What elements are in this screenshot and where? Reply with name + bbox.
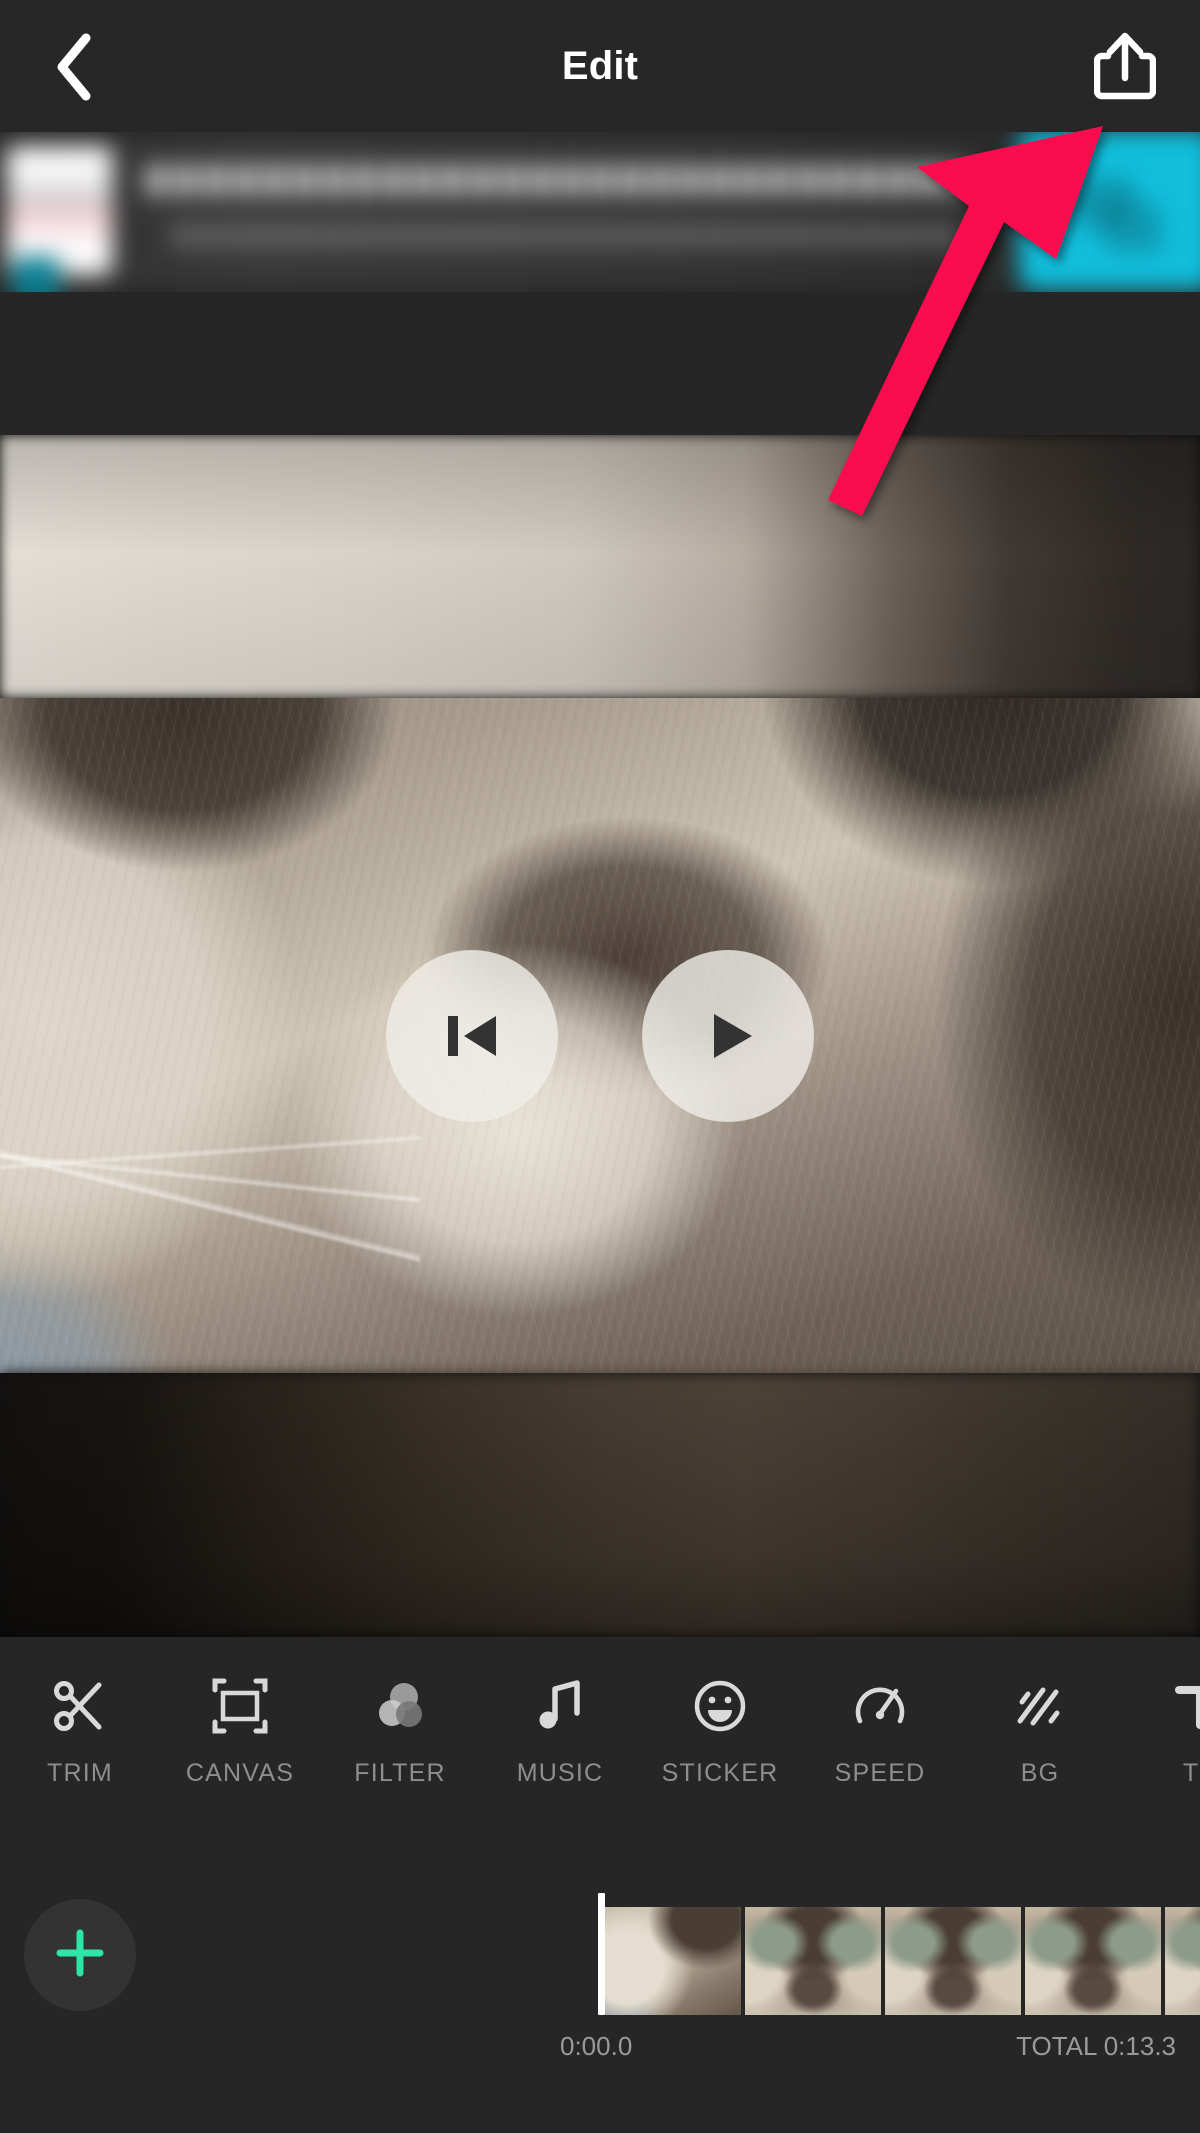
promo-cta-block[interactable] [1018, 132, 1200, 291]
tool-label: BG [1020, 1759, 1060, 1787]
tool-filter[interactable]: FILTER [320, 1675, 480, 1788]
frame-thumbnail [745, 1907, 881, 2015]
timeline-filmstrip[interactable] [598, 1893, 1200, 2015]
letterbox-bottom-vignette [0, 1373, 1200, 1637]
video-editor-app: Edit TRIM CANVAS FILTER MUSIC STICKER SP… [0, 0, 1200, 2133]
filmstrip-frame[interactable] [1165, 1907, 1200, 2015]
promo-subtitle-text [173, 224, 959, 246]
smiley-icon [691, 1675, 749, 1737]
crop-frame-icon [211, 1675, 269, 1737]
frame-thumbnail [605, 1907, 741, 2015]
filmstrip-frame[interactable] [745, 1907, 881, 2015]
skip-back-icon [434, 998, 510, 1074]
tool-sticker[interactable]: STICKER [640, 1675, 800, 1788]
tool-text[interactable]: TE [1120, 1675, 1200, 1788]
frame-thumbnail [1025, 1907, 1161, 2015]
tool-label: TRIM [47, 1759, 113, 1787]
plus-icon [52, 1925, 108, 1986]
tool-speed[interactable]: SPEED [800, 1675, 960, 1788]
letterbox-top-vignette [0, 435, 1200, 698]
filmstrip-frames[interactable] [605, 1907, 1200, 2015]
promo-banner[interactable] [0, 132, 1200, 292]
scissors-icon [51, 1675, 109, 1737]
frame-thumbnail [1165, 1907, 1200, 2015]
filmstrip-frame[interactable] [605, 1907, 741, 2015]
promo-thumbnail-badge [12, 256, 60, 292]
music-note-icon [531, 1675, 589, 1737]
video-preview-stage[interactable] [0, 435, 1200, 1637]
speedometer-icon [851, 1675, 909, 1737]
skip-to-start-button[interactable] [386, 949, 558, 1122]
current-time-label: 0:00.0 [560, 2031, 633, 2061]
share-export-icon [1093, 30, 1157, 105]
share-button[interactable] [1078, 20, 1172, 114]
tool-label: MUSIC [516, 1759, 604, 1787]
add-clip-button[interactable] [24, 1899, 136, 2011]
tool-label: TE [1182, 1759, 1200, 1787]
filmstrip-frame[interactable] [885, 1907, 1021, 2015]
play-icon [690, 998, 766, 1074]
text-t-icon [1171, 1675, 1200, 1737]
page-title: Edit [561, 44, 639, 88]
three-circles-icon [371, 1675, 429, 1737]
tool-label: CANVAS [185, 1759, 295, 1787]
playback-controls [0, 698, 1200, 1373]
tool-canvas[interactable]: CANVAS [160, 1675, 320, 1788]
promo-banner-blurred-content [0, 132, 1200, 292]
edit-toolbar: TRIM CANVAS FILTER MUSIC STICKER SPEED B… [0, 1675, 1200, 1865]
tool-trim[interactable]: TRIM [0, 1675, 160, 1788]
play-button[interactable] [642, 949, 814, 1122]
tool-bg[interactable]: BG [960, 1675, 1120, 1788]
tool-label: SPEED [834, 1759, 926, 1787]
tool-label: FILTER [354, 1759, 446, 1787]
bottom-panel: TRIM CANVAS FILTER MUSIC STICKER SPEED B… [0, 1637, 1200, 2133]
promo-thumbnail [6, 146, 113, 292]
tool-label: STICKER [661, 1759, 779, 1787]
timeline-playhead[interactable] [598, 1893, 605, 2015]
tool-music[interactable]: MUSIC [480, 1675, 640, 1788]
promo-title-text [146, 165, 963, 196]
promo-cta-label [1070, 178, 1162, 253]
frame-thumbnail [885, 1907, 1021, 2015]
total-time-label: TOTAL 0:13.3 [1016, 2031, 1176, 2061]
diagonal-lines-icon [1011, 1675, 1069, 1737]
filmstrip-frame[interactable] [1025, 1907, 1161, 2015]
app-header: Edit [0, 0, 1200, 132]
